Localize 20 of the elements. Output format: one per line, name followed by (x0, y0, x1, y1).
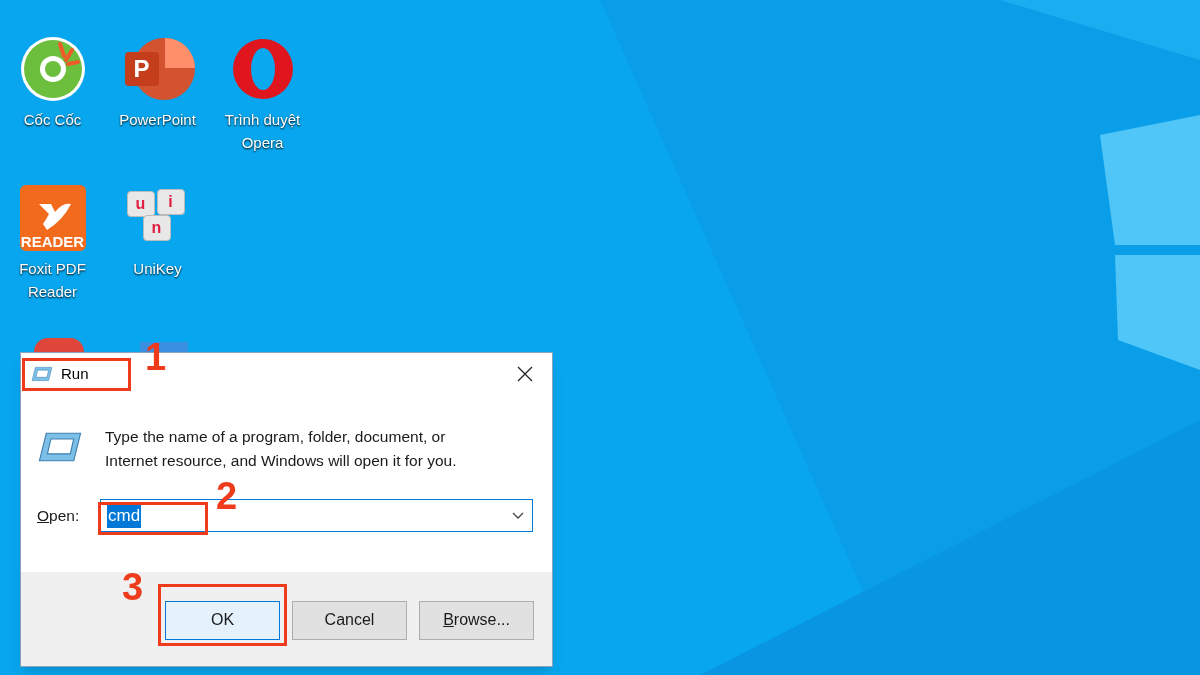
dialog-button[interactable]: Cancel (292, 600, 407, 640)
browser-logo-icon (19, 36, 86, 102)
command-input[interactable]: cmd (107, 503, 142, 528)
app-icon[interactable] (34, 338, 84, 352)
desktop-icon-label[interactable]: PowerPoint (119, 108, 196, 131)
dropdown-caret-icon[interactable] (512, 511, 524, 520)
run-icon (37, 431, 83, 463)
desktop-icon-label[interactable]: Cốc Cốc (23, 108, 82, 131)
instruction-text: Type the name of a program, folder, document, or Internet resource, and Windows will open it for you. (105, 427, 458, 471)
reader-app-icon: READER (19, 185, 86, 251)
step-number: 3 (122, 568, 144, 606)
window-title: Run (61, 363, 89, 384)
desktop-icon-label[interactable]: Foxit PDF Reader (5, 257, 100, 303)
dialog-button[interactable]: OK (165, 600, 280, 640)
close-icon (517, 366, 533, 382)
run-icon (31, 366, 53, 382)
dialog-button[interactable]: Browse... (419, 600, 534, 640)
desktop-icon-label[interactable]: Trình duyệt Opera (215, 108, 310, 154)
desktop-icon-label[interactable]: UniKey (133, 257, 182, 280)
open-label: Open: (37, 505, 81, 526)
